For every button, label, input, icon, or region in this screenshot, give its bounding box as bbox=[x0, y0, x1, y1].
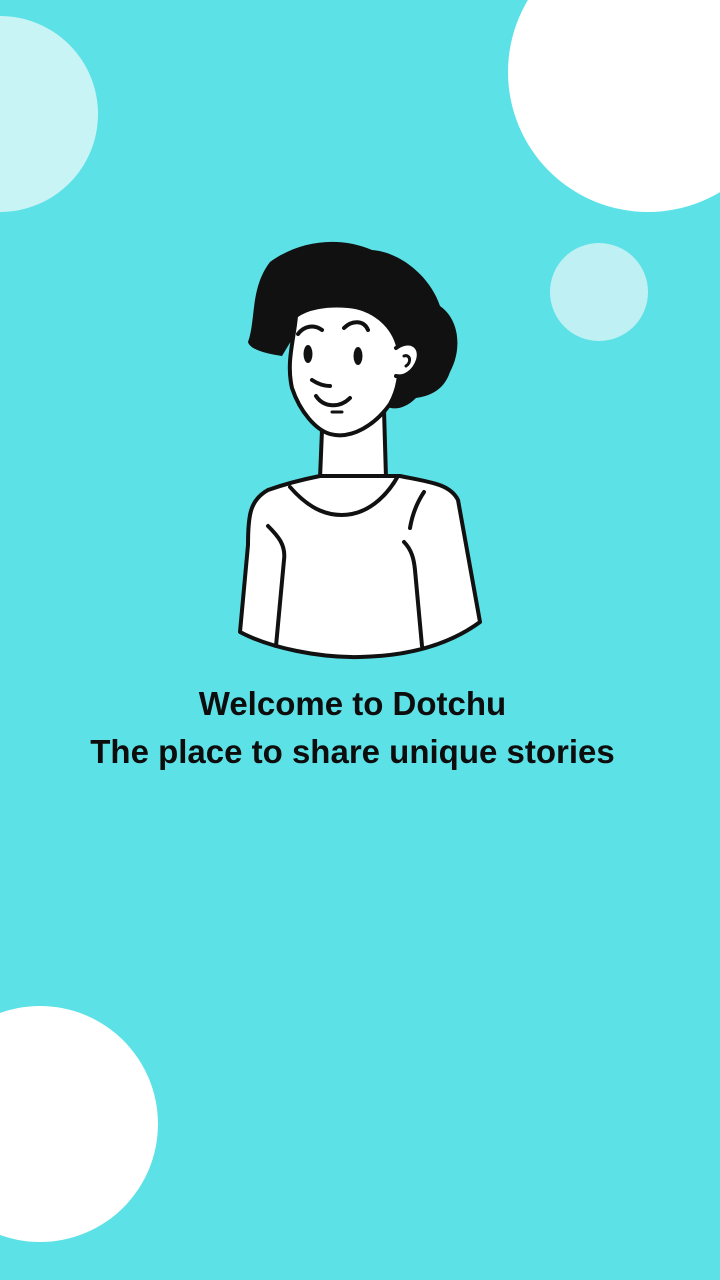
decorative-bubble bbox=[508, 0, 720, 212]
welcome-message: Welcome to Dotchu The place to share uni… bbox=[0, 680, 705, 776]
welcome-screen: Welcome to Dotchu The place to share uni… bbox=[0, 0, 720, 1280]
decorative-bubble bbox=[0, 16, 98, 212]
welcome-tagline: The place to share unique stories bbox=[90, 733, 615, 770]
welcome-title: Welcome to Dotchu bbox=[198, 685, 507, 722]
decorative-bubble bbox=[550, 243, 648, 341]
person-illustration-icon bbox=[238, 241, 482, 660]
decorative-bubble bbox=[0, 1006, 158, 1242]
